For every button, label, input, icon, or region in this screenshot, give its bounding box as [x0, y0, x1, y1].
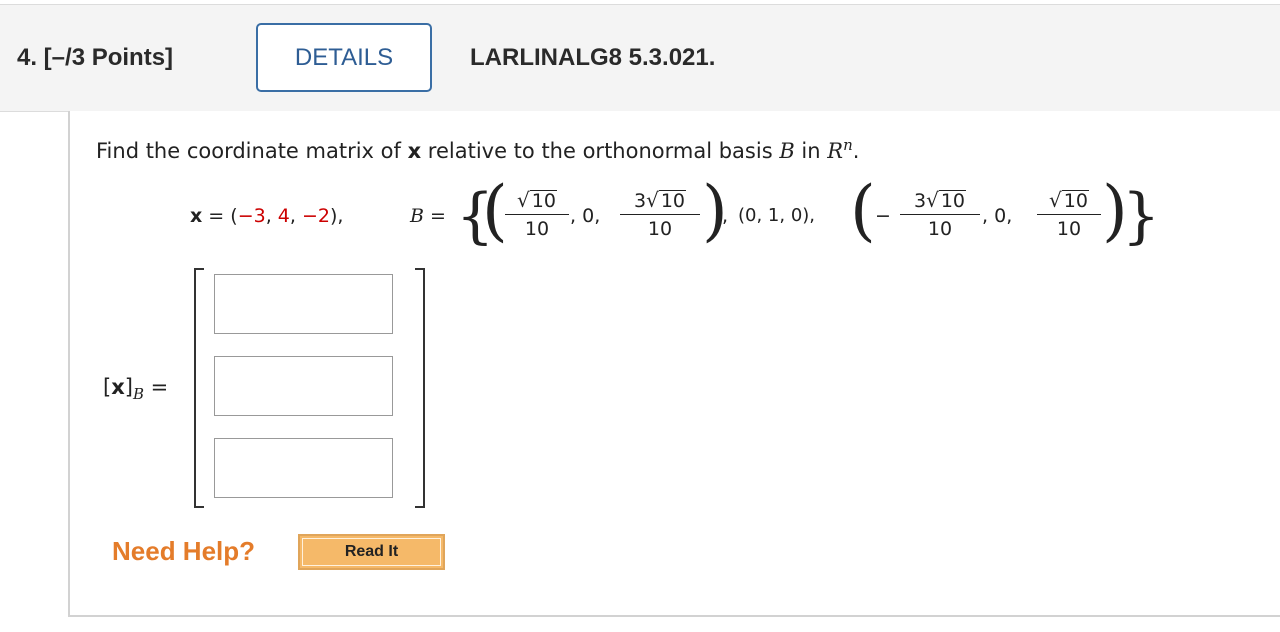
fraction-3sqrt10-over-10: 3√ 10 10 — [900, 188, 980, 241]
set-close-brace: } — [1122, 181, 1161, 251]
matrix-right-bracket — [415, 268, 425, 508]
x-component-2: 4 — [277, 205, 290, 227]
x-vector-definition: x = (−3, 4, −2), — [190, 205, 344, 227]
question-header: 4. [–/3 Points] DETAILS LARLINALG8 5.3.0… — [0, 4, 1280, 112]
need-help-label: Need Help? — [112, 536, 256, 566]
question-number: 4. [–/3 Points] — [17, 44, 174, 71]
read-it-label: Read It — [302, 538, 441, 566]
minus-sign: − — [875, 205, 891, 227]
matrix-left-bracket — [194, 268, 204, 508]
basis-entry-zero: , 0, — [982, 205, 1013, 227]
open-paren: ( — [482, 172, 508, 249]
fraction-3sqrt10-over-10: 3√ 10 10 — [620, 188, 700, 241]
answer-input-2[interactable] — [214, 356, 393, 416]
problem-code: LARLINALG8 5.3.021. — [470, 44, 716, 71]
x-component-3: −2 — [301, 205, 330, 227]
basis-comma: , — [722, 205, 729, 227]
problem-prompt: Find the coordinate matrix of x relative… — [96, 136, 860, 163]
x-component-1: −3 — [237, 205, 266, 227]
details-button[interactable]: DETAILS — [256, 23, 432, 92]
basis-entry-zero: , 0, — [570, 205, 601, 227]
fraction-sqrt10-over-10: √ 10 10 — [505, 188, 569, 241]
fraction-sqrt10-over-10: √ 10 10 — [1037, 188, 1101, 241]
basis-vector-middle: (0, 1, 0), — [738, 205, 816, 226]
answer-input-3[interactable] — [214, 438, 393, 498]
read-it-button[interactable]: Read It — [298, 534, 445, 570]
basis-label: B = — [410, 205, 446, 227]
coordinate-matrix-label: [x]B = — [103, 375, 169, 404]
open-paren: ( — [850, 172, 876, 249]
answer-input-1[interactable] — [214, 274, 393, 334]
